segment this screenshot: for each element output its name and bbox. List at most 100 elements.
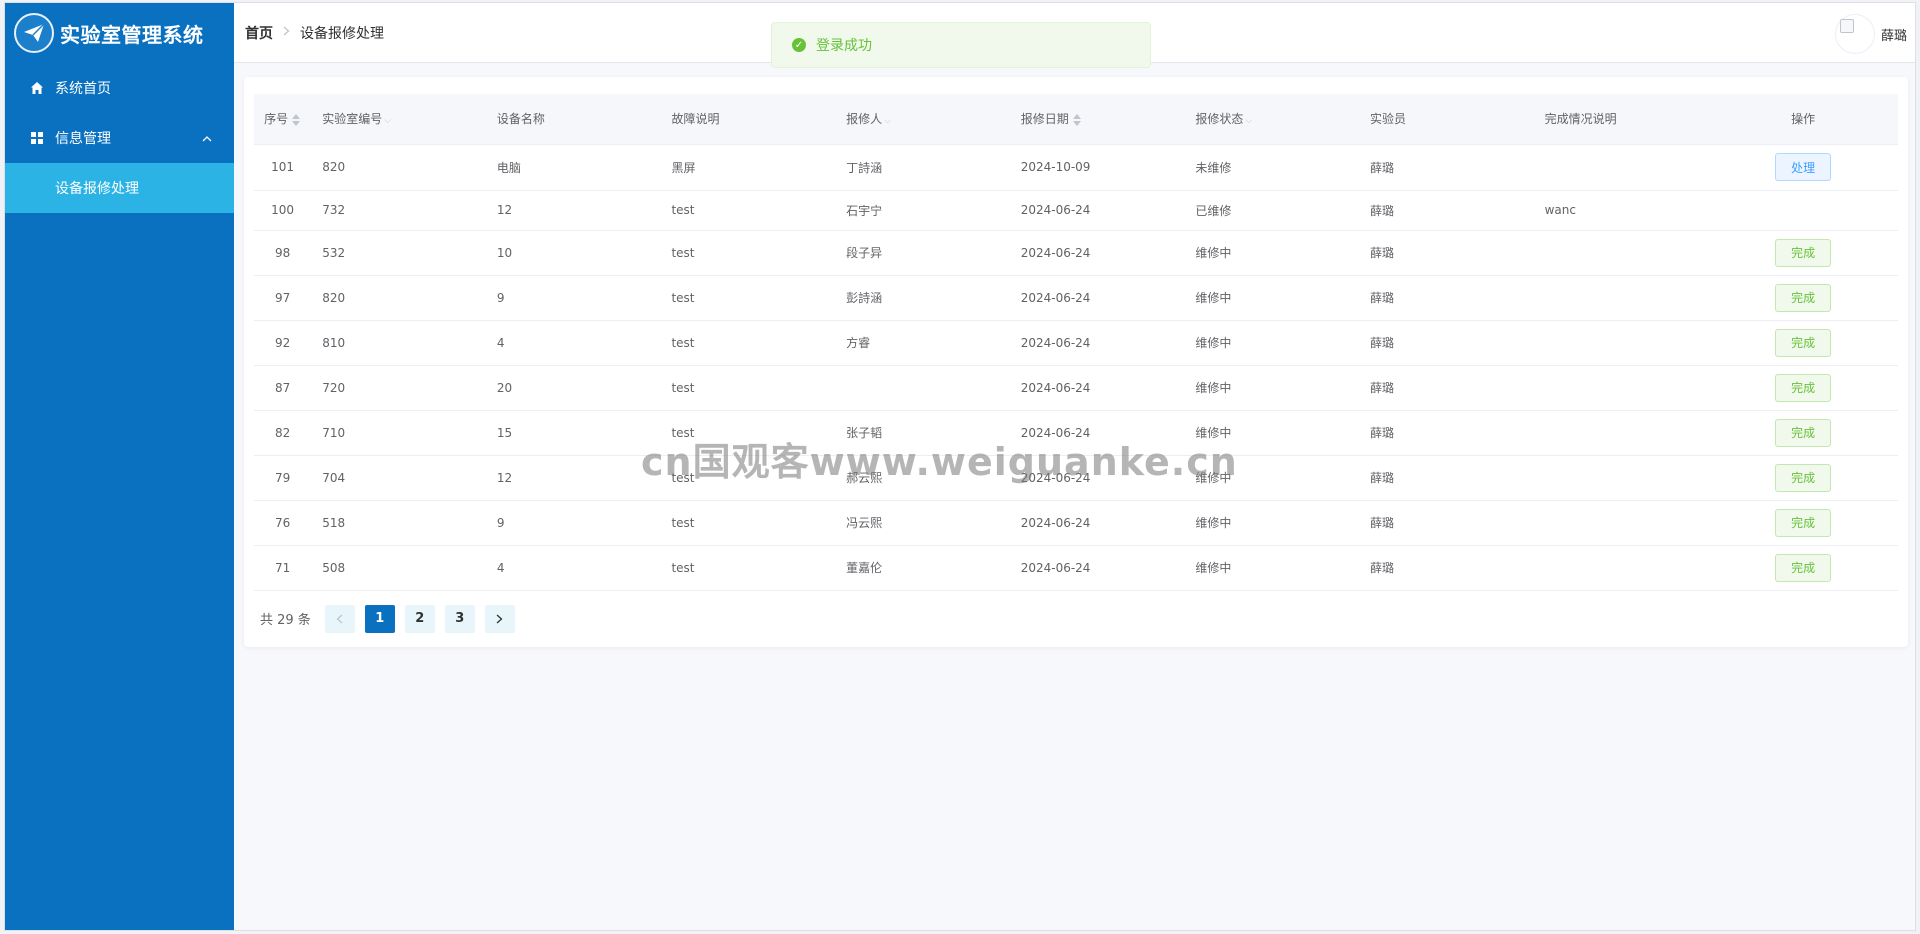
cell-actions: 处理 — [1708, 144, 1898, 191]
sidebar: 实验室管理系统 系统首页 信息管理 设备报修处理 — [5, 3, 234, 930]
complete-button[interactable]: 完成 — [1775, 508, 1832, 537]
column-header-id[interactable]: 序号 — [254, 94, 312, 145]
repair-table-card: 序号 实验室编号 ⌵ 设备名称 故障说明 报修人 ⌵ 报修日期 报修状态 ⌵ 实验员 … — [244, 77, 1908, 647]
logo: 实验室管理系统 — [5, 3, 234, 63]
page-button-3[interactable]: 3 — [444, 604, 475, 633]
complete-button[interactable]: 完成 — [1775, 553, 1832, 582]
chevron-down-icon[interactable]: ⌵ — [1245, 116, 1252, 126]
cell-completion-note — [1533, 320, 1709, 366]
cell-status: 未维修 — [1184, 144, 1359, 191]
cell-device-name: 9 — [485, 500, 661, 546]
cell-date: 2024-06-24 — [1009, 230, 1185, 276]
cell-lab-number: 532 — [311, 230, 486, 276]
cell-status: 维修中 — [1184, 320, 1359, 366]
complete-button[interactable]: 完成 — [1775, 373, 1832, 402]
complete-button[interactable]: 完成 — [1775, 328, 1832, 357]
prev-page-button[interactable] — [324, 604, 355, 633]
grid-icon — [29, 130, 45, 146]
avatar[interactable] — [1834, 14, 1875, 54]
sort-icon[interactable] — [1072, 113, 1082, 127]
column-header-status[interactable]: 报修状态 ⌵ — [1184, 94, 1359, 145]
cell-status: 维修中 — [1184, 230, 1359, 276]
cell-reporter — [835, 365, 1010, 411]
breadcrumb-home[interactable]: 首页 — [245, 23, 273, 43]
table-row: 97 820 9 test 彭詩涵 2024-06-24 维修中 薛璐 完成 — [254, 275, 1898, 321]
cell-id: 100 — [254, 190, 312, 231]
paper-plane-icon — [14, 13, 54, 53]
cell-lab-number: 518 — [311, 500, 486, 546]
cell-status: 维修中 — [1184, 545, 1359, 591]
column-header-reporter[interactable]: 报修人 ⌵ — [835, 94, 1010, 145]
cell-device-name: 电脑 — [485, 144, 661, 191]
cell-completion-note — [1533, 144, 1709, 191]
success-toast: ✓ 登录成功 — [771, 22, 1151, 68]
cell-completion-note — [1533, 230, 1709, 276]
cell-fault: test — [660, 275, 836, 321]
app-window: 实验室管理系统 系统首页 信息管理 设备报修处理 首页 设备报修处理 薛璐 序号… — [4, 2, 1916, 931]
app-title: 实验室管理系统 — [60, 22, 204, 47]
cell-status: 维修中 — [1184, 275, 1359, 321]
table-row: 98 532 10 test 段子异 2024-06-24 维修中 薛璐 完成 — [254, 230, 1898, 276]
table-row: 92 810 4 test 方睿 2024-06-24 维修中 薛璐 完成 — [254, 320, 1898, 366]
sidebar-item-repair-handling[interactable]: 设备报修处理 — [5, 163, 234, 213]
complete-button[interactable]: 完成 — [1775, 418, 1832, 447]
cell-fault: 黑屏 — [660, 144, 836, 191]
next-page-button[interactable] — [484, 604, 515, 633]
cell-reporter: 彭詩涵 — [835, 275, 1010, 321]
cell-technician: 薛璐 — [1358, 545, 1534, 591]
cell-reporter: 方睿 — [835, 320, 1010, 366]
sidebar-subitem-label: 设备报修处理 — [55, 181, 139, 197]
page-button-1[interactable]: 1 — [364, 604, 395, 633]
column-header-actions: 操作 — [1708, 94, 1898, 145]
cell-fault: test — [660, 500, 836, 546]
column-header-fault: 故障说明 — [660, 94, 836, 145]
cell-status: 维修中 — [1184, 500, 1359, 546]
cell-date: 2024-06-24 — [1009, 320, 1185, 366]
cell-device-name: 15 — [485, 410, 661, 456]
cell-technician: 薛璐 — [1358, 144, 1534, 191]
column-header-technician: 实验员 — [1358, 94, 1534, 145]
chevron-down-icon[interactable]: ⌵ — [884, 116, 891, 126]
cell-fault: test — [660, 320, 836, 366]
cell-id: 92 — [254, 320, 312, 366]
cell-actions: 完成 — [1708, 320, 1898, 366]
cell-fault: test — [660, 365, 836, 411]
complete-button[interactable]: 完成 — [1775, 463, 1832, 492]
cell-date: 2024-06-24 — [1009, 275, 1185, 321]
complete-button[interactable]: 完成 — [1775, 283, 1832, 312]
cell-id: 87 — [254, 365, 312, 411]
cell-actions: 完成 — [1708, 455, 1898, 501]
cell-date: 2024-06-24 — [1009, 500, 1185, 546]
cell-device-name: 10 — [485, 230, 661, 276]
sidebar-item-home[interactable]: 系统首页 — [5, 63, 234, 113]
pagination-total: 共 29 条 — [260, 613, 311, 628]
table-row: 71 508 4 test 董嘉伦 2024-06-24 维修中 薛璐 完成 — [254, 545, 1898, 591]
cell-reporter: 董嘉伦 — [835, 545, 1010, 591]
page-button-2[interactable]: 2 — [404, 604, 435, 633]
cell-technician: 薛璐 — [1358, 320, 1534, 366]
cell-completion-note — [1533, 365, 1709, 411]
cell-actions: 完成 — [1708, 410, 1898, 456]
complete-button[interactable]: 完成 — [1775, 238, 1832, 267]
sidebar-item-info-management[interactable]: 信息管理 — [5, 113, 234, 163]
cell-reporter: 段子异 — [835, 230, 1010, 276]
sidebar-item-label: 系统首页 — [55, 81, 111, 97]
user-name[interactable]: 薛璐 — [1881, 25, 1907, 44]
column-header-date[interactable]: 报修日期 — [1009, 94, 1185, 145]
cell-technician: 薛璐 — [1358, 410, 1534, 456]
cell-id: 79 — [254, 455, 312, 501]
column-header-lab-number[interactable]: 实验室编号 ⌵ — [311, 94, 486, 145]
chevron-up-icon — [202, 132, 212, 145]
cell-reporter: 石宇宁 — [835, 190, 1010, 231]
column-header-completion-note: 完成情况说明 — [1533, 94, 1709, 145]
cell-id: 71 — [254, 545, 312, 591]
chevron-down-icon[interactable]: ⌵ — [384, 116, 391, 126]
process-button[interactable]: 处理 — [1775, 153, 1832, 181]
user-menu[interactable]: 薛璐 — [1834, 14, 1907, 54]
sidebar-item-label: 信息管理 — [55, 131, 111, 147]
repair-table: 序号 实验室编号 ⌵ 设备名称 故障说明 报修人 ⌵ 报修日期 报修状态 ⌵ 实验员 … — [254, 94, 1898, 591]
cell-technician: 薛璐 — [1358, 365, 1534, 411]
cell-date: 2024-06-24 — [1009, 545, 1185, 591]
sort-icon[interactable] — [291, 113, 301, 127]
cell-device-name: 9 — [485, 275, 661, 321]
